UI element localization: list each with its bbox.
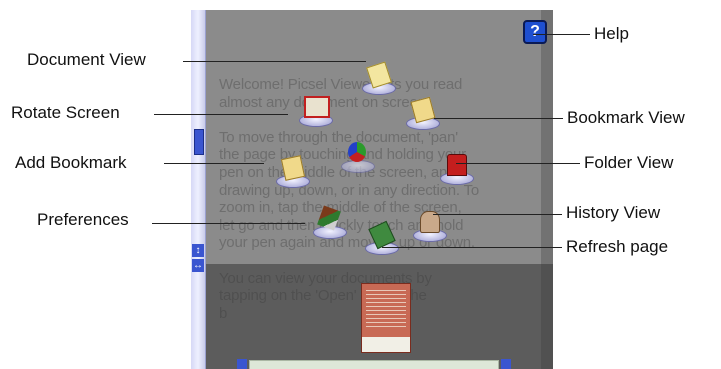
leader-folder-view [456, 163, 580, 164]
pan-center-indicator [339, 138, 375, 174]
leader-bookmark-view [434, 118, 563, 119]
bookmark-view-button[interactable] [404, 95, 440, 131]
mailbox-icon [447, 154, 467, 176]
scrollbar-thumb[interactable] [194, 129, 204, 155]
preferences-button[interactable] [311, 204, 347, 240]
page-thumbnail[interactable] [361, 283, 411, 353]
pan-vertical-icon[interactable]: ↕ [192, 244, 204, 257]
leader-help [533, 34, 590, 35]
leader-add-bookmark [164, 163, 264, 164]
document-area[interactable]: Welcome! Picsel Viewer lets you read alm… [205, 10, 553, 369]
document-view-button[interactable] [360, 60, 396, 96]
callout-rotate-screen: Rotate Screen [11, 103, 120, 122]
leader-document-view [183, 61, 366, 62]
callout-bookmark-view: Bookmark View [567, 108, 685, 127]
help-button[interactable]: ? [523, 20, 547, 44]
history-view-button[interactable] [411, 207, 447, 243]
callout-help: Help [594, 24, 629, 43]
color-wheel-icon [348, 142, 366, 162]
callout-refresh-page: Refresh page [566, 237, 669, 256]
add-bookmark-button[interactable] [274, 153, 310, 189]
rotate-icon [304, 96, 330, 118]
callout-preferences: Preferences [37, 210, 129, 229]
refresh-page-button[interactable] [363, 220, 399, 256]
folder-view-button[interactable] [438, 150, 474, 186]
rotate-screen-button[interactable] [297, 92, 333, 128]
vertical-scrollbar[interactable]: ↕ ↔ [191, 10, 206, 369]
leader-refresh-page [382, 247, 562, 248]
bottom-toolbar[interactable] [249, 360, 499, 369]
bottom-right-arrow-icon[interactable] [501, 359, 511, 369]
leader-rotate-screen [154, 114, 288, 115]
callout-folder-view: Folder View [584, 153, 674, 172]
callout-add-bookmark: Add Bookmark [15, 153, 127, 172]
callout-document-view: Document View [27, 50, 146, 69]
viewer-screen: Welcome! Picsel Viewer lets you read alm… [191, 10, 553, 369]
add-bookmark-icon [280, 155, 306, 181]
leader-preferences [152, 223, 305, 224]
callout-history-view: History View [566, 203, 661, 222]
leader-history-view [433, 214, 562, 215]
bottom-left-arrow-icon[interactable] [237, 359, 247, 369]
pan-horizontal-icon[interactable]: ↔ [192, 259, 204, 272]
